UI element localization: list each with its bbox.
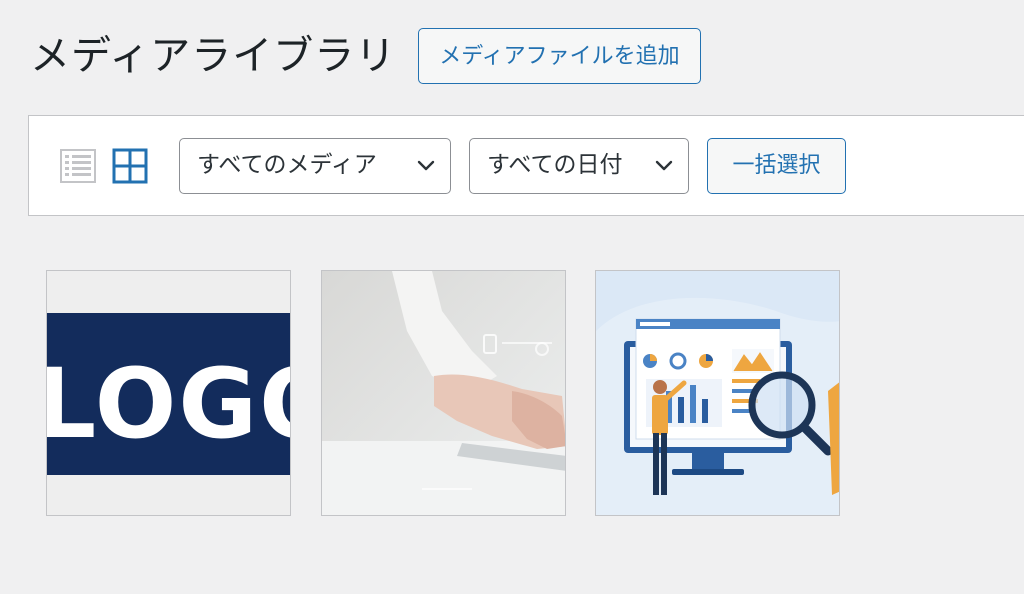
page-title: メディアライブラリ — [30, 33, 397, 79]
date-filter[interactable]: すべての日付 — [469, 138, 689, 194]
page-header: メディアライブラリ メディアファイルを追加 — [30, 28, 701, 84]
media-item-typing-photo[interactable] — [321, 270, 566, 516]
logo-text: LOGO — [47, 348, 291, 460]
media-library-page: メディアライブラリ メディアファイルを追加 すべてのメディア すべての日付 一括… — [0, 0, 1024, 594]
media-type-filter[interactable]: すべてのメディア — [179, 138, 451, 194]
media-toolbar: すべてのメディア すべての日付 一括選択 — [28, 115, 1024, 216]
analytics-illustration — [596, 271, 839, 515]
logo-image: LOGO — [47, 271, 291, 515]
chevron-down-icon — [655, 160, 673, 171]
grid-icon — [112, 148, 148, 184]
list-icon — [60, 149, 96, 183]
list-view-button[interactable] — [60, 148, 96, 184]
typing-photo — [322, 271, 565, 515]
media-item-logo[interactable]: LOGO — [46, 270, 291, 516]
add-media-button[interactable]: メディアファイルを追加 — [418, 28, 701, 84]
media-type-filter-value: すべてのメディア — [197, 152, 377, 178]
chevron-down-icon — [417, 160, 435, 171]
bulk-select-button[interactable]: 一括選択 — [707, 138, 846, 194]
media-item-analytics[interactable] — [595, 270, 840, 516]
grid-view-button[interactable] — [112, 148, 148, 184]
date-filter-value: すべての日付 — [487, 152, 623, 178]
